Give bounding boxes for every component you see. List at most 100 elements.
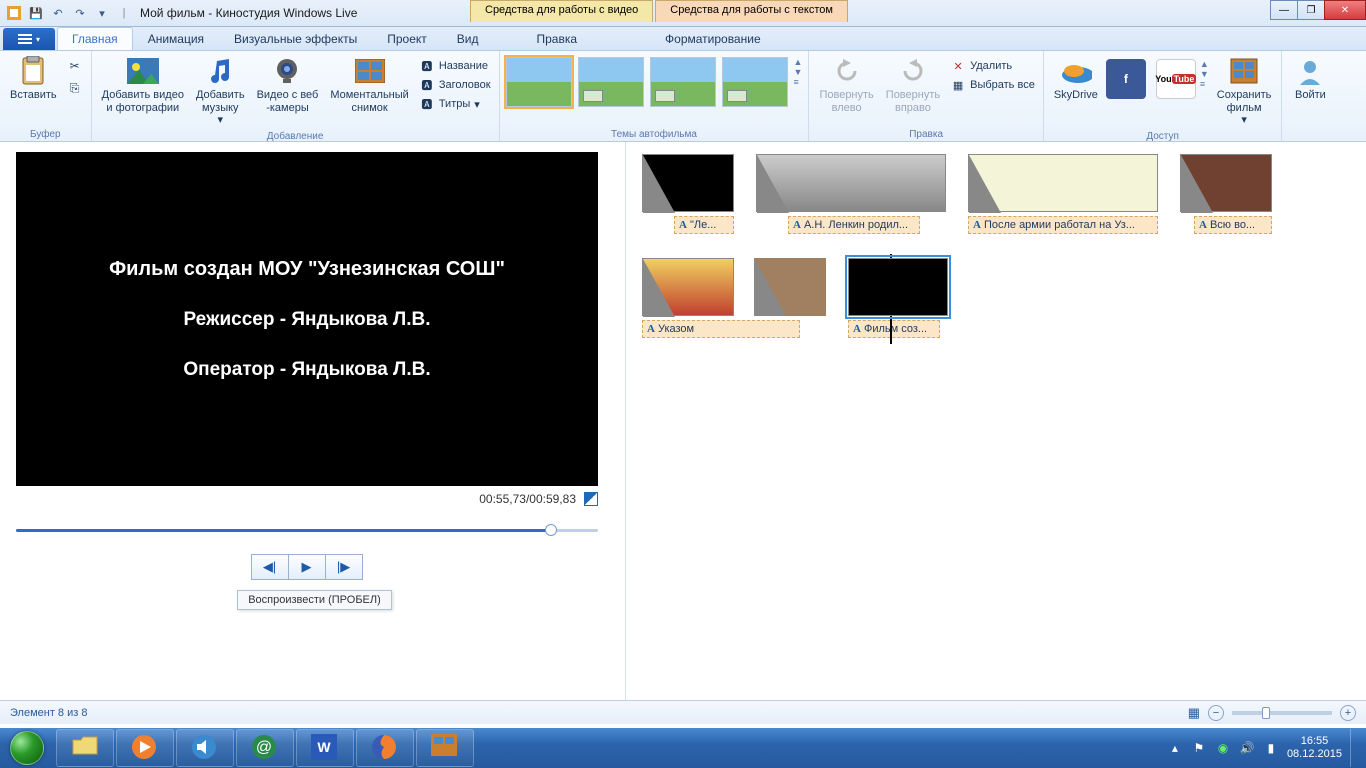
- taskbar-moviemaker[interactable]: [416, 729, 474, 767]
- show-desktop-button[interactable]: [1350, 729, 1358, 767]
- taskbar-agent[interactable]: @: [236, 729, 294, 767]
- share-icons: f YouTube: [1106, 53, 1196, 99]
- clip-2[interactable]: AА.Н. Ленкин родил...: [756, 154, 946, 234]
- add-music-button[interactable]: Добавить музыку▾: [192, 53, 249, 129]
- tray-up-icon[interactable]: ▴: [1167, 740, 1183, 756]
- clip-1-caption[interactable]: A"Ле...: [674, 216, 734, 234]
- word-icon: W: [311, 734, 339, 762]
- select-all-button[interactable]: ▦Выбрать все: [948, 76, 1037, 94]
- svg-text:@: @: [256, 739, 272, 756]
- theme-thumb-3[interactable]: [650, 57, 716, 107]
- youtube-icon[interactable]: YouTube: [1156, 59, 1196, 99]
- rotate-right-icon: [897, 55, 929, 87]
- clip-1[interactable]: A"Ле...: [642, 154, 734, 234]
- at-icon: @: [251, 734, 279, 762]
- taskbar-word[interactable]: W: [296, 729, 354, 767]
- tray-shield-icon[interactable]: ◉: [1215, 740, 1231, 756]
- storyboard-row-1: A"Ле... AА.Н. Ленкин родил... AПосле арм…: [642, 154, 1350, 234]
- play-button[interactable]: ▶: [288, 554, 326, 580]
- preview-line-2: Режиссер - Яндыкова Л.В.: [183, 309, 430, 331]
- qat-dropdown-icon[interactable]: ▾: [92, 3, 112, 23]
- skydrive-icon: [1060, 55, 1092, 87]
- group-themes: ▲▼≡ Темы автофильма: [500, 51, 810, 141]
- storyboard[interactable]: A"Ле... AА.Н. Ленкин родил... AПосле арм…: [625, 142, 1366, 700]
- minimize-button[interactable]: —: [1270, 0, 1298, 20]
- zoom-thumb[interactable]: [1262, 707, 1270, 719]
- snapshot-button[interactable]: Моментальный снимок: [326, 53, 412, 116]
- clip-3-caption[interactable]: AПосле армии работал на Уз...: [968, 216, 1158, 234]
- undo-icon[interactable]: ↶: [48, 3, 68, 23]
- tab-visual-effects[interactable]: Визуальные эффекты: [219, 27, 372, 50]
- tab-home[interactable]: Главная: [57, 27, 133, 50]
- theme-scroll[interactable]: ▲▼≡: [794, 57, 803, 87]
- clip-7[interactable]: AФильм соз...: [848, 258, 948, 338]
- status-item-count: Элемент 8 из 8: [10, 707, 87, 719]
- skydrive-button[interactable]: SkyDrive: [1050, 53, 1102, 104]
- paste-button[interactable]: Вставить: [6, 53, 61, 104]
- next-frame-button[interactable]: |▶: [325, 554, 363, 580]
- login-button[interactable]: Войти: [1288, 53, 1332, 104]
- tab-view[interactable]: Вид: [442, 27, 494, 50]
- zoom-slider[interactable]: [1232, 711, 1332, 715]
- context-tab-text[interactable]: Средства для работы с текстом: [655, 0, 848, 22]
- webcam-button[interactable]: Видео с веб -камеры: [253, 53, 323, 116]
- tab-format-contextual[interactable]: Форматирование: [650, 27, 776, 50]
- credits-button[interactable]: 🅰Титры ▾: [417, 95, 493, 113]
- view-thumbnails-icon[interactable]: ▦: [1188, 705, 1200, 721]
- zoom-in-button[interactable]: +: [1340, 705, 1356, 721]
- rotate-left-button[interactable]: Повернуть влево: [815, 53, 877, 116]
- close-button[interactable]: ✕: [1324, 0, 1366, 20]
- facebook-icon[interactable]: f: [1106, 59, 1146, 99]
- ribbon: Вставить ✂ ⎘ Буфер Добавить видео и фото…: [0, 51, 1366, 142]
- file-menu-button[interactable]: [3, 28, 55, 50]
- tab-animation[interactable]: Анимация: [133, 27, 219, 50]
- clip-5-thumb: [642, 258, 734, 316]
- clip-7-caption[interactable]: AФильм соз...: [848, 320, 940, 338]
- name-button[interactable]: 🅰Название: [417, 57, 493, 75]
- cut-icon[interactable]: ✂: [65, 57, 85, 75]
- taskbar-sound[interactable]: [176, 729, 234, 767]
- rotate-right-button[interactable]: Повернуть вправо: [882, 53, 944, 116]
- clip-4-caption[interactable]: AВсю во...: [1194, 216, 1272, 234]
- context-tab-video[interactable]: Средства для работы с видео: [470, 0, 653, 22]
- fullscreen-icon[interactable]: [584, 492, 598, 506]
- share-scroll[interactable]: ▲▼≡: [1200, 53, 1209, 89]
- app-icon[interactable]: [4, 3, 24, 23]
- add-video-button[interactable]: Добавить видео и фотографии: [98, 53, 188, 116]
- save-icon[interactable]: 💾: [26, 3, 46, 23]
- tab-project[interactable]: Проект: [372, 27, 442, 50]
- delete-button[interactable]: ✕Удалить: [948, 57, 1037, 75]
- clip-2-caption[interactable]: AА.Н. Ленкин родил...: [788, 216, 920, 234]
- window-title: Мой фильм - Киностудия Windows Live: [140, 6, 357, 20]
- tray-clock[interactable]: 16:55 08.12.2015: [1287, 735, 1342, 761]
- maximize-button[interactable]: ❐: [1297, 0, 1325, 20]
- theme-thumb-2[interactable]: [578, 57, 644, 107]
- seek-thumb[interactable]: [545, 524, 557, 536]
- seek-bar[interactable]: [16, 520, 598, 540]
- delete-icon: ✕: [950, 58, 966, 74]
- theme-thumb-1[interactable]: [506, 57, 572, 107]
- credits-icon: 🅰: [419, 96, 435, 112]
- taskbar-explorer[interactable]: [56, 729, 114, 767]
- theme-thumb-4[interactable]: [722, 57, 788, 107]
- clip-4[interactable]: AВсю во...: [1180, 154, 1272, 234]
- title-button[interactable]: 🅰Заголовок: [417, 76, 493, 94]
- tray-flag-icon[interactable]: ⚑: [1191, 740, 1207, 756]
- taskbar-mediaplayer[interactable]: [116, 729, 174, 767]
- prev-frame-button[interactable]: ◀|: [251, 554, 289, 580]
- tray-time: 16:55: [1287, 735, 1342, 748]
- copy-icon[interactable]: ⎘: [65, 79, 85, 97]
- save-movie-button[interactable]: Сохранить фильм▾: [1213, 53, 1276, 129]
- add-video-label: Добавить видео и фотографии: [102, 89, 184, 114]
- tray-speaker-icon[interactable]: 🔊: [1239, 740, 1255, 756]
- clip-4-thumb: [1180, 154, 1272, 212]
- clip-6[interactable]: [754, 258, 826, 338]
- taskbar-firefox[interactable]: [356, 729, 414, 767]
- tab-edit-contextual[interactable]: Правка: [521, 27, 592, 50]
- clip-3[interactable]: AПосле армии работал на Уз...: [968, 154, 1158, 234]
- rotate-left-icon: [831, 55, 863, 87]
- start-button[interactable]: [0, 728, 54, 768]
- tray-network-icon[interactable]: ▮: [1263, 740, 1279, 756]
- zoom-out-button[interactable]: −: [1208, 705, 1224, 721]
- redo-icon[interactable]: ↷: [70, 3, 90, 23]
